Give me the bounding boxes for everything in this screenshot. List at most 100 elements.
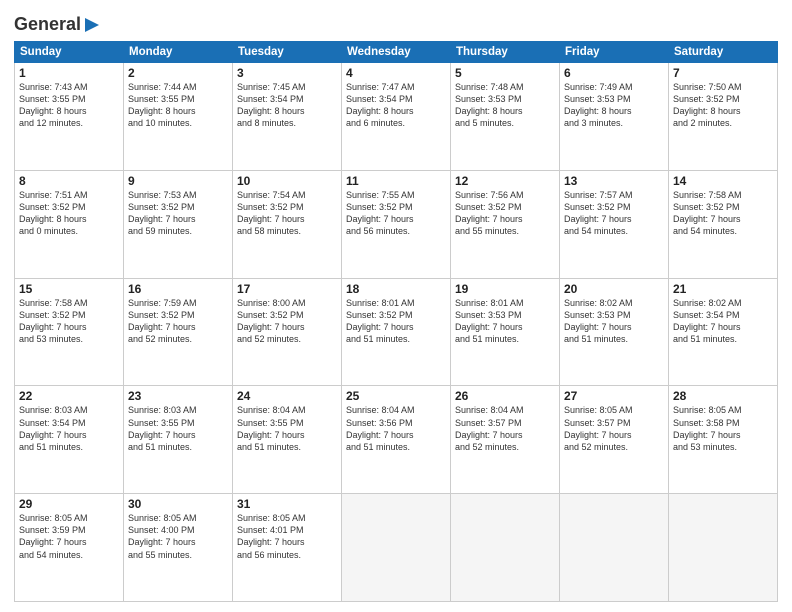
day-number: 30 [128,497,228,511]
calendar-cell: 25Sunrise: 8:04 AM Sunset: 3:56 PM Dayli… [342,386,451,494]
day-number: 16 [128,282,228,296]
day-number: 29 [19,497,119,511]
day-number: 25 [346,389,446,403]
cell-text: Sunrise: 8:03 AM Sunset: 3:54 PM Dayligh… [19,404,119,453]
day-number: 12 [455,174,555,188]
calendar-header-row: SundayMondayTuesdayWednesdayThursdayFrid… [15,42,778,63]
cell-text: Sunrise: 8:05 AM Sunset: 3:57 PM Dayligh… [564,404,664,453]
cell-text: Sunrise: 8:04 AM Sunset: 3:56 PM Dayligh… [346,404,446,453]
cell-text: Sunrise: 7:55 AM Sunset: 3:52 PM Dayligh… [346,189,446,238]
calendar-cell: 21Sunrise: 8:02 AM Sunset: 3:54 PM Dayli… [669,278,778,386]
cell-text: Sunrise: 7:50 AM Sunset: 3:52 PM Dayligh… [673,81,773,130]
calendar-cell: 22Sunrise: 8:03 AM Sunset: 3:54 PM Dayli… [15,386,124,494]
cell-text: Sunrise: 7:43 AM Sunset: 3:55 PM Dayligh… [19,81,119,130]
logo-arrow-icon [83,16,101,34]
day-number: 3 [237,66,337,80]
logo: General [14,14,101,35]
cell-text: Sunrise: 7:44 AM Sunset: 3:55 PM Dayligh… [128,81,228,130]
cell-text: Sunrise: 7:49 AM Sunset: 3:53 PM Dayligh… [564,81,664,130]
calendar-cell: 5Sunrise: 7:48 AM Sunset: 3:53 PM Daylig… [451,63,560,171]
day-number: 19 [455,282,555,296]
calendar-cell: 7Sunrise: 7:50 AM Sunset: 3:52 PM Daylig… [669,63,778,171]
cell-text: Sunrise: 7:54 AM Sunset: 3:52 PM Dayligh… [237,189,337,238]
day-number: 6 [564,66,664,80]
cell-text: Sunrise: 7:58 AM Sunset: 3:52 PM Dayligh… [19,297,119,346]
day-number: 14 [673,174,773,188]
calendar-cell: 31Sunrise: 8:05 AM Sunset: 4:01 PM Dayli… [233,494,342,602]
cell-text: Sunrise: 8:05 AM Sunset: 4:00 PM Dayligh… [128,512,228,561]
calendar-cell: 24Sunrise: 8:04 AM Sunset: 3:55 PM Dayli… [233,386,342,494]
day-number: 1 [19,66,119,80]
cell-text: Sunrise: 8:01 AM Sunset: 3:53 PM Dayligh… [455,297,555,346]
calendar-cell: 27Sunrise: 8:05 AM Sunset: 3:57 PM Dayli… [560,386,669,494]
cell-text: Sunrise: 7:59 AM Sunset: 3:52 PM Dayligh… [128,297,228,346]
calendar-cell: 20Sunrise: 8:02 AM Sunset: 3:53 PM Dayli… [560,278,669,386]
calendar-cell: 10Sunrise: 7:54 AM Sunset: 3:52 PM Dayli… [233,170,342,278]
calendar-cell: 28Sunrise: 8:05 AM Sunset: 3:58 PM Dayli… [669,386,778,494]
calendar-cell: 17Sunrise: 8:00 AM Sunset: 3:52 PM Dayli… [233,278,342,386]
calendar-week-5: 29Sunrise: 8:05 AM Sunset: 3:59 PM Dayli… [15,494,778,602]
col-header-friday: Friday [560,42,669,63]
col-header-tuesday: Tuesday [233,42,342,63]
day-number: 7 [673,66,773,80]
cell-text: Sunrise: 7:48 AM Sunset: 3:53 PM Dayligh… [455,81,555,130]
calendar-cell: 16Sunrise: 7:59 AM Sunset: 3:52 PM Dayli… [124,278,233,386]
day-number: 8 [19,174,119,188]
calendar-cell: 14Sunrise: 7:58 AM Sunset: 3:52 PM Dayli… [669,170,778,278]
cell-text: Sunrise: 7:53 AM Sunset: 3:52 PM Dayligh… [128,189,228,238]
cell-text: Sunrise: 8:02 AM Sunset: 3:54 PM Dayligh… [673,297,773,346]
day-number: 13 [564,174,664,188]
day-number: 10 [237,174,337,188]
calendar-cell: 12Sunrise: 7:56 AM Sunset: 3:52 PM Dayli… [451,170,560,278]
col-header-wednesday: Wednesday [342,42,451,63]
day-number: 2 [128,66,228,80]
calendar-cell: 6Sunrise: 7:49 AM Sunset: 3:53 PM Daylig… [560,63,669,171]
cell-text: Sunrise: 7:45 AM Sunset: 3:54 PM Dayligh… [237,81,337,130]
day-number: 28 [673,389,773,403]
cell-text: Sunrise: 7:51 AM Sunset: 3:52 PM Dayligh… [19,189,119,238]
calendar-week-4: 22Sunrise: 8:03 AM Sunset: 3:54 PM Dayli… [15,386,778,494]
col-header-monday: Monday [124,42,233,63]
calendar-cell: 4Sunrise: 7:47 AM Sunset: 3:54 PM Daylig… [342,63,451,171]
calendar-cell: 29Sunrise: 8:05 AM Sunset: 3:59 PM Dayli… [15,494,124,602]
day-number: 11 [346,174,446,188]
calendar-week-1: 1Sunrise: 7:43 AM Sunset: 3:55 PM Daylig… [15,63,778,171]
col-header-saturday: Saturday [669,42,778,63]
cell-text: Sunrise: 7:57 AM Sunset: 3:52 PM Dayligh… [564,189,664,238]
cell-text: Sunrise: 8:03 AM Sunset: 3:55 PM Dayligh… [128,404,228,453]
col-header-thursday: Thursday [451,42,560,63]
calendar-table: SundayMondayTuesdayWednesdayThursdayFrid… [14,41,778,602]
calendar-cell: 1Sunrise: 7:43 AM Sunset: 3:55 PM Daylig… [15,63,124,171]
day-number: 24 [237,389,337,403]
cell-text: Sunrise: 8:05 AM Sunset: 3:59 PM Dayligh… [19,512,119,561]
day-number: 27 [564,389,664,403]
calendar-cell: 3Sunrise: 7:45 AM Sunset: 3:54 PM Daylig… [233,63,342,171]
calendar-cell [560,494,669,602]
calendar-cell: 9Sunrise: 7:53 AM Sunset: 3:52 PM Daylig… [124,170,233,278]
day-number: 26 [455,389,555,403]
calendar-week-3: 15Sunrise: 7:58 AM Sunset: 3:52 PM Dayli… [15,278,778,386]
page: General SundayMondayTuesdayWednesdayThur… [0,0,792,612]
cell-text: Sunrise: 7:58 AM Sunset: 3:52 PM Dayligh… [673,189,773,238]
day-number: 17 [237,282,337,296]
cell-text: Sunrise: 7:56 AM Sunset: 3:52 PM Dayligh… [455,189,555,238]
calendar-cell: 2Sunrise: 7:44 AM Sunset: 3:55 PM Daylig… [124,63,233,171]
calendar-cell: 15Sunrise: 7:58 AM Sunset: 3:52 PM Dayli… [15,278,124,386]
header: General [14,10,778,35]
col-header-sunday: Sunday [15,42,124,63]
calendar-cell: 19Sunrise: 8:01 AM Sunset: 3:53 PM Dayli… [451,278,560,386]
day-number: 22 [19,389,119,403]
calendar-cell: 8Sunrise: 7:51 AM Sunset: 3:52 PM Daylig… [15,170,124,278]
cell-text: Sunrise: 8:02 AM Sunset: 3:53 PM Dayligh… [564,297,664,346]
day-number: 23 [128,389,228,403]
calendar-cell: 11Sunrise: 7:55 AM Sunset: 3:52 PM Dayli… [342,170,451,278]
cell-text: Sunrise: 8:05 AM Sunset: 4:01 PM Dayligh… [237,512,337,561]
calendar-week-2: 8Sunrise: 7:51 AM Sunset: 3:52 PM Daylig… [15,170,778,278]
cell-text: Sunrise: 7:47 AM Sunset: 3:54 PM Dayligh… [346,81,446,130]
day-number: 20 [564,282,664,296]
day-number: 4 [346,66,446,80]
calendar-cell: 13Sunrise: 7:57 AM Sunset: 3:52 PM Dayli… [560,170,669,278]
cell-text: Sunrise: 8:01 AM Sunset: 3:52 PM Dayligh… [346,297,446,346]
cell-text: Sunrise: 8:05 AM Sunset: 3:58 PM Dayligh… [673,404,773,453]
logo-general: General [14,14,81,35]
